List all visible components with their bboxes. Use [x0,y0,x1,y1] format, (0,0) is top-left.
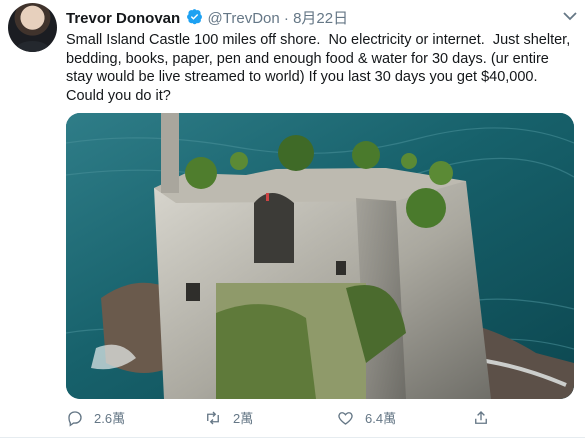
tweet-actions: 2.6萬 2萬 6.4萬 [66,405,566,430]
separator-dot: · [283,10,289,27]
chevron-down-icon[interactable] [562,9,578,21]
tweet-header: Trevor Donovan @TrevDon · 8月22日 [66,7,348,29]
share-button[interactable] [472,405,500,430]
author-avatar[interactable] [8,3,57,52]
like-icon [338,411,353,425]
reply-icon [68,410,82,427]
author-handle[interactable]: @TrevDon [208,10,280,27]
reply-button[interactable]: 2.6萬 [66,405,125,430]
retweet-count: 2萬 [233,411,254,426]
tweet-card[interactable]: Trevor Donovan @TrevDon · 8月22日 Small Is… [0,0,585,438]
verified-badge-icon [186,8,203,29]
retweet-icon [207,411,219,424]
reply-count: 2.6萬 [94,411,126,426]
tweet-text: Small Island Castle 100 miles off shore.… [66,32,575,104]
like-count: 6.4萬 [365,411,397,426]
like-button[interactable]: 6.4萬 [336,405,396,430]
retweet-button[interactable]: 2萬 [203,405,253,430]
tweet-date[interactable]: 8月22日 [293,10,348,27]
tweet-photo[interactable] [66,113,574,399]
author-name[interactable]: Trevor Donovan [66,10,180,27]
share-icon [475,410,487,424]
